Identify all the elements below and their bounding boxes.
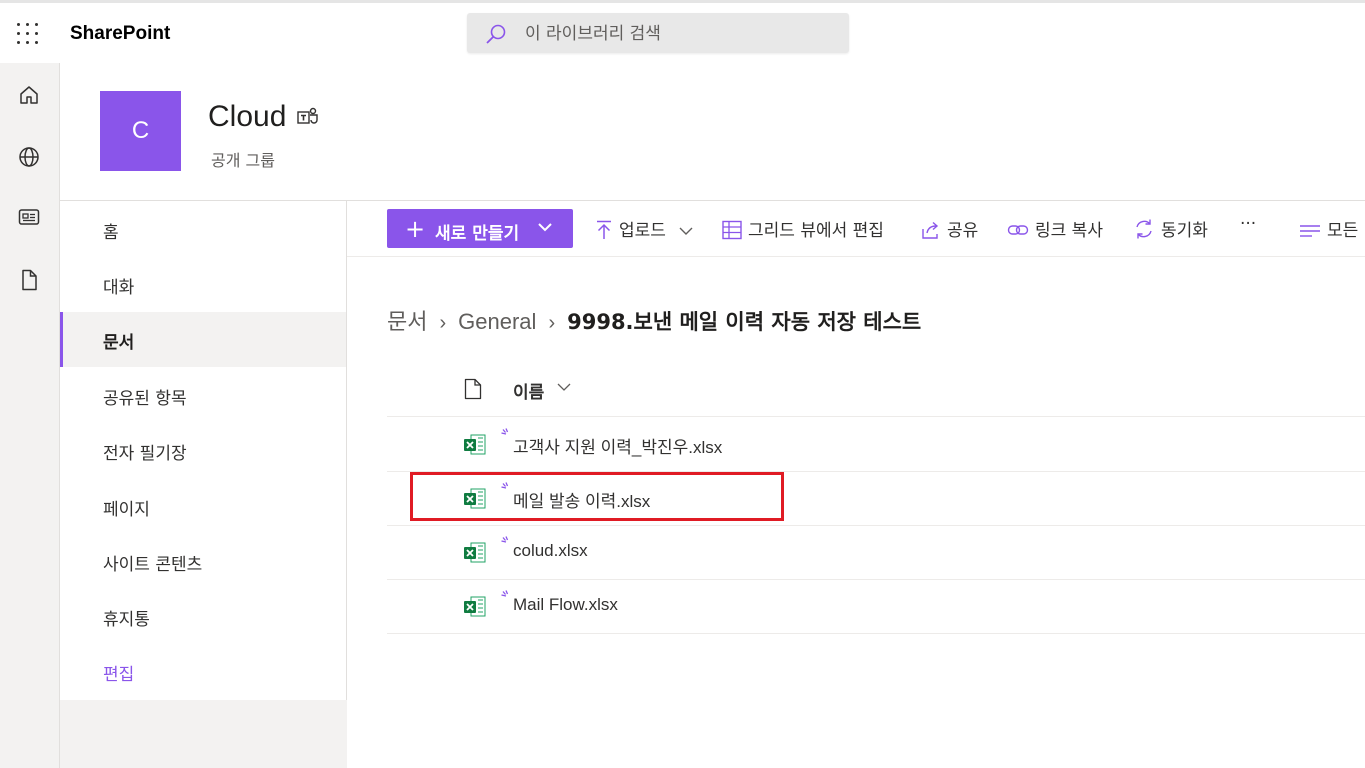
nav-item-recycle-bin[interactable]: 휴지통 [60, 589, 346, 644]
command-bar: + 새로 만들기 업로드 그리드 뷰에서 편집 공유 링크 복사 동기화 ···… [347, 200, 1365, 257]
share-button[interactable]: 공유 [921, 216, 978, 241]
breadcrumb-general[interactable]: General [458, 309, 536, 334]
app-bar [0, 63, 60, 768]
nav-edit-label: 편집 [103, 665, 135, 685]
file-name[interactable]: 메일 발송 이력.xlsx [513, 487, 650, 512]
teams-icon[interactable] [297, 107, 319, 127]
sync-label: 동기화 [1161, 221, 1208, 241]
new-item-icon [501, 428, 509, 435]
app-launcher-icon[interactable] [17, 23, 39, 45]
nav-footer-area [60, 700, 347, 768]
chevron-right-icon: › [548, 312, 556, 334]
excel-file-icon [464, 434, 486, 455]
nav-item-label: 홈 [103, 223, 119, 243]
grid-edit-button[interactable]: 그리드 뷰에서 편집 [722, 216, 884, 241]
file-name[interactable]: colud.xlsx [513, 541, 588, 561]
site-navigation: 홈 대화 문서 공유된 항목 전자 필기장 페이지 사이트 콘텐츠 휴지통 편집 [60, 200, 347, 701]
file-row[interactable]: colud.xlsx [387, 525, 1365, 580]
new-button[interactable]: + 새로 만들기 [387, 209, 573, 248]
nav-item-shared[interactable]: 공유된 항목 [60, 368, 346, 423]
nav-item-label: 문서 [103, 333, 135, 353]
column-header-name[interactable]: 이름 [513, 378, 544, 403]
nav-item-conversations[interactable]: 대화 [60, 257, 346, 312]
search-input[interactable] [523, 22, 827, 46]
breadcrumb-documents[interactable]: 문서 [387, 309, 427, 334]
nav-item-notebook[interactable]: 전자 필기장 [60, 423, 346, 478]
breadcrumb-current: 9998.보낸 메일 이력 자동 저장 테스트 [567, 310, 922, 334]
nav-item-label: 공유된 항목 [103, 389, 187, 409]
nav-item-home[interactable]: 홈 [60, 202, 346, 257]
suite-header: SharePoint [0, 3, 1365, 63]
view-options-label: 모든 [1327, 221, 1359, 241]
view-options-button[interactable]: 모든 [1299, 216, 1358, 241]
chevron-down-icon [538, 223, 552, 232]
news-icon[interactable] [17, 205, 41, 229]
plus-icon: + [405, 215, 426, 243]
site-title[interactable]: Cloud [208, 100, 286, 134]
sync-button[interactable]: 동기화 [1133, 216, 1208, 241]
new-item-icon [501, 590, 509, 597]
new-item-icon [501, 536, 509, 543]
chevron-down-icon [679, 227, 693, 235]
nav-item-site-contents[interactable]: 사이트 콘텐츠 [60, 534, 346, 589]
file-row[interactable]: Mail Flow.xlsx [387, 579, 1365, 634]
list-view-icon [1300, 225, 1320, 237]
file-row[interactable]: 고객사 지원 이력_박진우.xlsx [387, 417, 1365, 472]
excel-file-icon [464, 488, 486, 509]
upload-icon [597, 220, 611, 239]
nav-item-label: 페이지 [103, 500, 150, 520]
nav-item-label: 전자 필기장 [103, 444, 187, 464]
sync-icon [1136, 219, 1152, 239]
chevron-down-icon[interactable] [557, 382, 571, 392]
nav-item-documents[interactable]: 문서 [60, 312, 346, 367]
globe-icon[interactable] [17, 145, 41, 169]
site-subtitle: 공개 그룹 [211, 151, 275, 170]
chevron-right-icon: › [439, 312, 447, 334]
search-box[interactable] [467, 13, 849, 53]
file-name[interactable]: 고객사 지원 이력_박진우.xlsx [513, 433, 722, 458]
nav-edit-link[interactable]: 편집 [60, 644, 346, 699]
file-name[interactable]: Mail Flow.xlsx [513, 595, 618, 615]
breadcrumb: 문서 › General › 9998.보낸 메일 이력 자동 저장 테스트 [387, 304, 921, 336]
share-label: 공유 [947, 221, 979, 241]
file-row[interactable]: 메일 발송 이력.xlsx [387, 471, 1365, 526]
excel-file-icon [464, 596, 486, 617]
nav-item-pages[interactable]: 페이지 [60, 479, 346, 534]
nav-item-label: 휴지통 [103, 610, 150, 630]
more-button[interactable]: ··· [1240, 214, 1256, 234]
upload-label: 업로드 [619, 221, 666, 241]
copy-link-button[interactable]: 링크 복사 [1007, 216, 1103, 241]
nav-item-label: 사이트 콘텐츠 [103, 555, 203, 575]
file-type-icon[interactable] [464, 378, 482, 400]
grid-icon [722, 220, 742, 240]
site-logo[interactable]: C [100, 91, 181, 171]
upload-button[interactable]: 업로드 [595, 216, 699, 241]
share-icon [922, 221, 939, 239]
home-icon[interactable] [17, 83, 41, 107]
new-item-icon [501, 482, 509, 489]
search-icon [486, 24, 506, 44]
grid-edit-label: 그리드 뷰에서 편집 [748, 221, 884, 241]
excel-file-icon [464, 542, 486, 563]
list-header: 이름 [387, 362, 1365, 417]
site-header: C Cloud 공개 그룹 [60, 63, 1365, 200]
copy-link-label: 링크 복사 [1035, 221, 1103, 241]
document-icon[interactable] [17, 268, 41, 292]
nav-item-label: 대화 [103, 278, 135, 298]
link-icon [1007, 225, 1029, 235]
new-button-label: 새로 만들기 [435, 224, 520, 244]
app-name[interactable]: SharePoint [70, 23, 170, 45]
